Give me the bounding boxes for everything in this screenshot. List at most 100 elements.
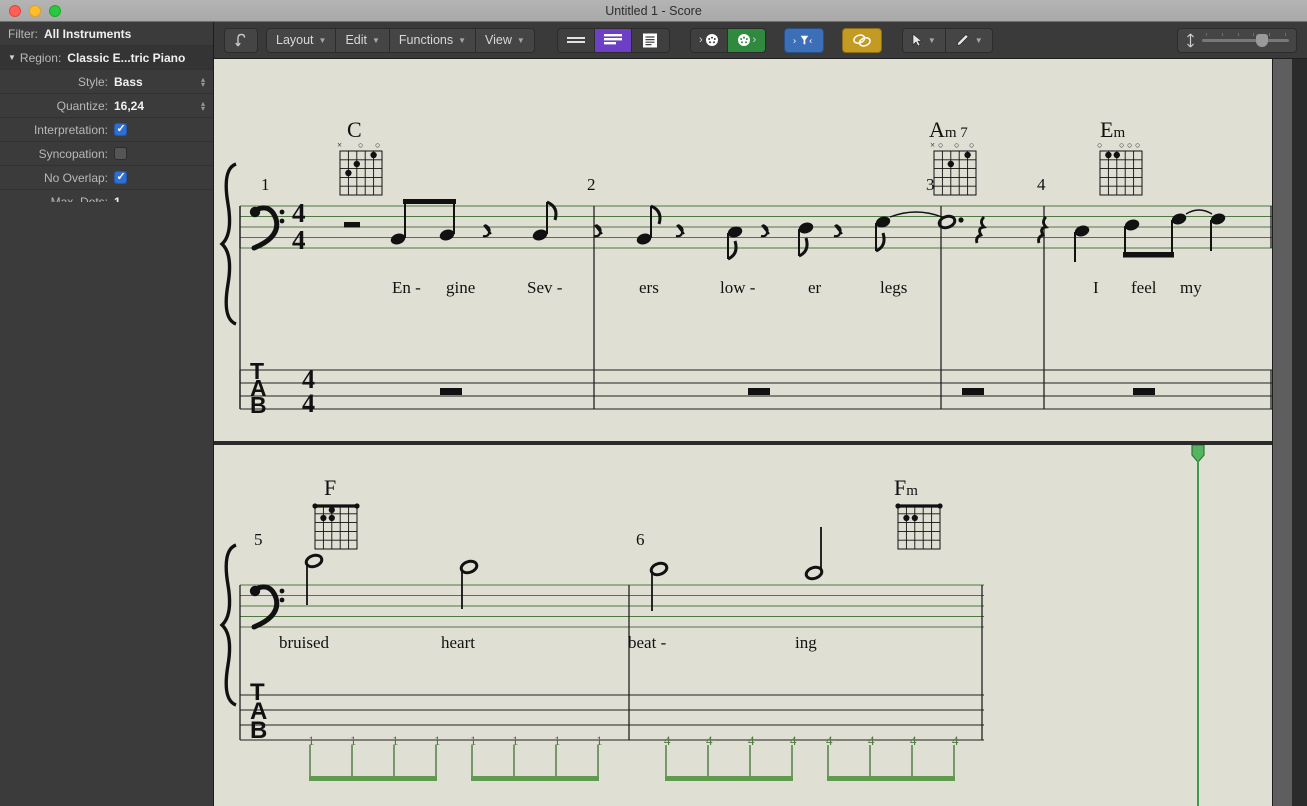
- filter-label: Filter:: [8, 27, 38, 41]
- inspector-sidebar: Filter: All Instruments ▼ Region: Classi…: [0, 22, 214, 806]
- quantize-row[interactable]: Quantize: 16,24 ▴▾: [0, 94, 213, 118]
- svg-text:4: 4: [664, 733, 671, 748]
- svg-text:1: 1: [350, 733, 357, 748]
- edit-menu[interactable]: Edit ▼: [336, 29, 389, 52]
- functions-menu[interactable]: Functions ▼: [390, 29, 476, 52]
- svg-text:1: 1: [596, 733, 603, 748]
- playhead[interactable]: [1191, 445, 1205, 806]
- tab-rest-m4: [1133, 388, 1155, 395]
- chord-grid-Fm[interactable]: [892, 497, 948, 553]
- system-2-notation: TAB: [214, 445, 1292, 806]
- chevron-right-icon: ›: [753, 34, 757, 46]
- page-right-edge: [1272, 59, 1292, 806]
- midi-out-button[interactable]: ›: [728, 29, 765, 52]
- midi-in-button[interactable]: ›: [691, 29, 728, 52]
- style-row[interactable]: Style: Bass ▴▾: [0, 70, 213, 94]
- chevron-down-icon: ▼: [517, 36, 525, 45]
- chevron-right-icon: ›: [699, 34, 703, 46]
- list-view-icon: [642, 33, 658, 48]
- midi-filter-button[interactable]: › ‹: [784, 28, 824, 53]
- chord-grid-C[interactable]: ×○○: [334, 139, 390, 197]
- view-menu[interactable]: View ▼: [476, 29, 534, 52]
- lyric-syllable[interactable]: ing: [795, 633, 817, 653]
- time-signature-numerator: 4: [292, 198, 306, 228]
- interpretation-row[interactable]: Interpretation:: [0, 118, 213, 142]
- layout-menu[interactable]: Layout ▼: [267, 29, 336, 52]
- score-page[interactable]: 4 4 TAB 4 4: [214, 59, 1292, 806]
- lyric-syllable[interactable]: er: [808, 278, 821, 298]
- lyric-syllable[interactable]: low -: [720, 278, 755, 298]
- disclosure-triangle-icon[interactable]: ▼: [8, 53, 16, 62]
- view-mode-page[interactable]: [595, 29, 632, 52]
- measure-number-1: 1: [261, 175, 270, 195]
- syncopation-checkbox[interactable]: [114, 147, 127, 160]
- pointer-tool[interactable]: ▼: [903, 29, 946, 52]
- svg-text:4: 4: [868, 733, 875, 748]
- lyric-syllable[interactable]: I: [1093, 278, 1099, 298]
- svg-text:○: ○: [358, 140, 363, 150]
- lyric-syllable[interactable]: Sev -: [527, 278, 562, 298]
- slider-knob[interactable]: [1256, 34, 1268, 47]
- lyric-syllable[interactable]: heart: [441, 633, 475, 653]
- chevron-down-icon: ▼: [372, 36, 380, 45]
- svg-text:4: 4: [910, 733, 917, 748]
- lyric-syllable[interactable]: legs: [880, 278, 907, 298]
- svg-text:1: 1: [470, 733, 477, 748]
- system-brace: [222, 164, 236, 324]
- chevron-down-icon: ▼: [975, 36, 983, 45]
- chord-grid-Am7[interactable]: ×○ ○○: [928, 139, 984, 197]
- svg-text:4: 4: [952, 733, 959, 748]
- svg-text:‹: ‹: [809, 35, 812, 45]
- quantize-value: 16,24: [114, 99, 144, 113]
- view-menu-label: View: [485, 33, 512, 47]
- chord-grid-F[interactable]: [309, 497, 365, 553]
- lyric-syllable[interactable]: En -: [392, 278, 421, 298]
- tab-rest-m1: [440, 388, 462, 395]
- lyric-syllable[interactable]: bruised: [279, 633, 329, 653]
- syncopation-row[interactable]: Syncopation:: [0, 142, 213, 166]
- view-mode-linear[interactable]: [558, 29, 595, 52]
- filter-row[interactable]: Filter: All Instruments: [0, 22, 213, 46]
- eighth-note-m2a: [635, 206, 660, 246]
- svg-text:4: 4: [826, 733, 833, 748]
- measure-number-5: 5: [254, 530, 263, 550]
- undo-arrow-icon: [235, 33, 248, 47]
- eighth-note-m2d-tied: [874, 215, 891, 251]
- tab-clef-label: TAB: [250, 358, 267, 418]
- system-1[interactable]: 4 4 TAB 4 4: [214, 59, 1292, 441]
- style-stepper[interactable]: ▴▾: [201, 77, 205, 87]
- no-overlap-row[interactable]: No Overlap:: [0, 166, 213, 190]
- system-2[interactable]: TAB: [214, 445, 1292, 806]
- region-header[interactable]: ▼ Region: Classic E...tric Piano: [0, 46, 213, 70]
- back-button[interactable]: [224, 28, 258, 53]
- link-button[interactable]: [842, 28, 882, 53]
- slider-track[interactable]: [1202, 39, 1289, 42]
- eighth-note-m1-end: [531, 202, 556, 242]
- page-view-icon: [603, 33, 623, 47]
- tie-m4: [1186, 210, 1212, 214]
- lyric-syllable[interactable]: ers: [639, 278, 659, 298]
- measure-number-4: 4: [1037, 175, 1046, 195]
- svg-text:○: ○: [1119, 140, 1124, 150]
- eighth-note-m2c: [797, 221, 814, 256]
- no-overlap-checkbox[interactable]: [114, 171, 127, 184]
- quarter-rest-m1: [344, 222, 360, 228]
- interpretation-checkbox[interactable]: [114, 123, 127, 136]
- quarter-note-m4-end: [1209, 212, 1226, 251]
- no-overlap-label: No Overlap:: [8, 171, 108, 185]
- svg-text:○: ○: [954, 140, 959, 150]
- vertical-zoom-slider[interactable]: [1177, 28, 1297, 53]
- chevron-down-icon: ▼: [928, 36, 936, 45]
- barlines: [240, 585, 982, 740]
- lyric-syllable[interactable]: gine: [446, 278, 475, 298]
- quantize-stepper[interactable]: ▴▾: [201, 101, 205, 111]
- chord-grid-Em[interactable]: ○○ ○○: [1094, 139, 1150, 197]
- playhead-handle: [1192, 445, 1204, 462]
- lyric-syllable[interactable]: beat -: [628, 633, 666, 653]
- pencil-tool[interactable]: ▼: [946, 29, 992, 52]
- view-mode-list[interactable]: [632, 29, 669, 52]
- tool-selector: ▼ ▼: [902, 28, 993, 53]
- lyric-syllable[interactable]: feel: [1131, 278, 1156, 298]
- lyric-syllable[interactable]: my: [1180, 278, 1202, 298]
- svg-text:›: ›: [793, 35, 796, 45]
